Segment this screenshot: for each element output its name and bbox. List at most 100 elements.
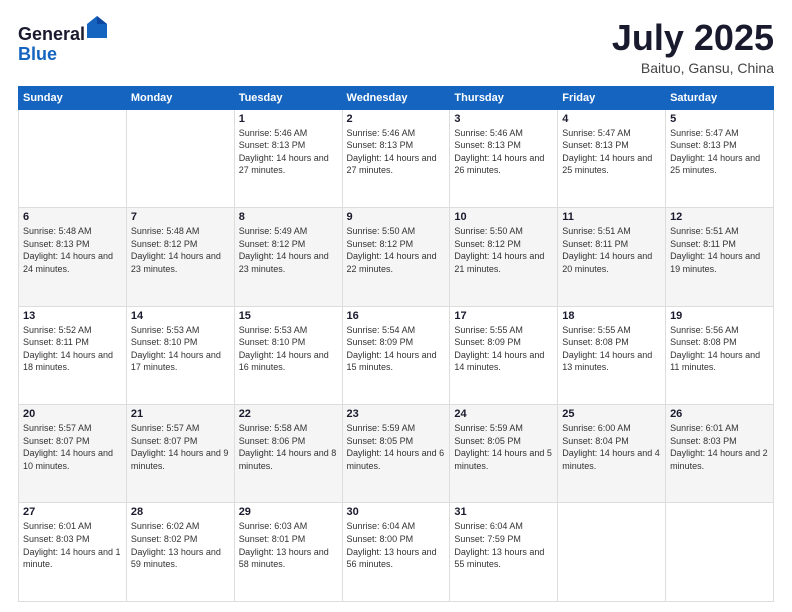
day-info: Sunrise: 5:58 AM Sunset: 8:06 PM Dayligh…: [239, 422, 338, 472]
day-number: 25: [562, 408, 661, 420]
day-number: 11: [562, 211, 661, 223]
day-info: Sunrise: 5:47 AM Sunset: 8:13 PM Dayligh…: [562, 127, 661, 177]
day-number: 29: [239, 506, 338, 518]
title-block: July 2025 Baituo, Gansu, China: [612, 18, 774, 76]
table-row: 20Sunrise: 5:57 AM Sunset: 8:07 PM Dayli…: [19, 405, 127, 503]
calendar-week-0: 1 Sunrise: 5:46 AM Sunset: 8:13 PM Daylig…: [19, 109, 774, 207]
table-row: 4 Sunrise: 5:47 AM Sunset: 8:13 PM Daylig…: [558, 109, 666, 207]
day-number: 8: [239, 211, 338, 223]
table-row: 22 Sunrise: 5:58 AM Sunset: 8:06 PM Dayli…: [234, 405, 342, 503]
calendar-week-1: 6Sunrise: 5:48 AM Sunset: 8:13 PM Daylig…: [19, 208, 774, 306]
table-row: 9 Sunrise: 5:50 AM Sunset: 8:12 PM Daylig…: [342, 208, 450, 306]
table-row: 26 Sunrise: 6:01 AM Sunset: 8:03 PM Dayli…: [666, 405, 774, 503]
day-info: Sunrise: 5:51 AM Sunset: 8:11 PM Dayligh…: [670, 225, 769, 275]
day-number: 26: [670, 408, 769, 420]
table-row: 18 Sunrise: 5:55 AM Sunset: 8:08 PM Dayli…: [558, 306, 666, 404]
logo-general-text: General: [18, 24, 85, 44]
day-number: 12: [670, 211, 769, 223]
month-title: July 2025: [612, 18, 774, 58]
day-info: Sunrise: 5:55 AM Sunset: 8:09 PM Dayligh…: [454, 324, 553, 374]
day-number: 23: [347, 408, 446, 420]
table-row: 28Sunrise: 6:02 AM Sunset: 8:02 PM Dayli…: [126, 503, 234, 602]
day-info: Sunrise: 5:46 AM Sunset: 8:13 PM Dayligh…: [239, 127, 338, 177]
day-info: Sunrise: 6:01 AM Sunset: 8:03 PM Dayligh…: [670, 422, 769, 472]
col-tuesday: Tuesday: [234, 86, 342, 109]
calendar-week-3: 20Sunrise: 5:57 AM Sunset: 8:07 PM Dayli…: [19, 405, 774, 503]
day-number: 31: [454, 506, 553, 518]
col-sunday: Sunday: [19, 86, 127, 109]
day-number: 4: [562, 113, 661, 125]
day-number: 15: [239, 310, 338, 322]
table-row: 27 Sunrise: 6:01 AM Sunset: 8:03 PM Dayli…: [19, 503, 127, 602]
day-info: Sunrise: 5:59 AM Sunset: 8:05 PM Dayligh…: [454, 422, 553, 472]
day-number: 10: [454, 211, 553, 223]
table-row: 8 Sunrise: 5:49 AM Sunset: 8:12 PM Daylig…: [234, 208, 342, 306]
day-info: Sunrise: 6:00 AM Sunset: 8:04 PM Dayligh…: [562, 422, 661, 472]
table-row: [666, 503, 774, 602]
table-row: 5 Sunrise: 5:47 AM Sunset: 8:13 PM Daylig…: [666, 109, 774, 207]
table-row: 2Sunrise: 5:46 AM Sunset: 8:13 PM Daylig…: [342, 109, 450, 207]
table-row: 1 Sunrise: 5:46 AM Sunset: 8:13 PM Daylig…: [234, 109, 342, 207]
day-info: Sunrise: 5:48 AM Sunset: 8:12 PM Dayligh…: [131, 225, 230, 275]
day-info: Sunrise: 5:56 AM Sunset: 8:08 PM Dayligh…: [670, 324, 769, 374]
header-row: Sunday Monday Tuesday Wednesday Thursday…: [19, 86, 774, 109]
table-row: 25 Sunrise: 6:00 AM Sunset: 8:04 PM Dayli…: [558, 405, 666, 503]
day-number: 19: [670, 310, 769, 322]
day-info: Sunrise: 5:53 AM Sunset: 8:10 PM Dayligh…: [131, 324, 230, 374]
day-info: Sunrise: 5:47 AM Sunset: 8:13 PM Dayligh…: [670, 127, 769, 177]
table-row: 24 Sunrise: 5:59 AM Sunset: 8:05 PM Dayli…: [450, 405, 558, 503]
col-friday: Friday: [558, 86, 666, 109]
table-row: 14 Sunrise: 5:53 AM Sunset: 8:10 PM Dayli…: [126, 306, 234, 404]
day-number: 7: [131, 211, 230, 223]
table-row: 19 Sunrise: 5:56 AM Sunset: 8:08 PM Dayli…: [666, 306, 774, 404]
day-info: Sunrise: 6:03 AM Sunset: 8:01 PM Dayligh…: [239, 520, 338, 570]
day-number: 16: [347, 310, 446, 322]
day-info: Sunrise: 5:50 AM Sunset: 8:12 PM Dayligh…: [454, 225, 553, 275]
day-number: 24: [454, 408, 553, 420]
table-row: 21 Sunrise: 5:57 AM Sunset: 8:07 PM Dayli…: [126, 405, 234, 503]
day-number: 6: [23, 211, 122, 223]
table-row: 11Sunrise: 5:51 AM Sunset: 8:11 PM Dayli…: [558, 208, 666, 306]
table-row: 10 Sunrise: 5:50 AM Sunset: 8:12 PM Dayli…: [450, 208, 558, 306]
logo: General Blue: [18, 18, 107, 65]
col-saturday: Saturday: [666, 86, 774, 109]
day-info: Sunrise: 5:55 AM Sunset: 8:08 PM Dayligh…: [562, 324, 661, 374]
day-number: 1: [239, 113, 338, 125]
col-thursday: Thursday: [450, 86, 558, 109]
logo-blue-text: Blue: [18, 44, 57, 64]
day-info: Sunrise: 5:54 AM Sunset: 8:09 PM Dayligh…: [347, 324, 446, 374]
day-info: Sunrise: 5:57 AM Sunset: 8:07 PM Dayligh…: [23, 422, 122, 472]
day-number: 3: [454, 113, 553, 125]
table-row: 29 Sunrise: 6:03 AM Sunset: 8:01 PM Dayli…: [234, 503, 342, 602]
day-info: Sunrise: 6:02 AM Sunset: 8:02 PM Dayligh…: [131, 520, 230, 570]
day-number: 14: [131, 310, 230, 322]
location: Baituo, Gansu, China: [612, 60, 774, 76]
day-info: Sunrise: 5:46 AM Sunset: 8:13 PM Dayligh…: [454, 127, 553, 177]
table-row: 7 Sunrise: 5:48 AM Sunset: 8:12 PM Daylig…: [126, 208, 234, 306]
day-number: 9: [347, 211, 446, 223]
day-number: 30: [347, 506, 446, 518]
day-info: Sunrise: 5:57 AM Sunset: 8:07 PM Dayligh…: [131, 422, 230, 472]
day-number: 27: [23, 506, 122, 518]
col-monday: Monday: [126, 86, 234, 109]
day-info: Sunrise: 6:01 AM Sunset: 8:03 PM Dayligh…: [23, 520, 122, 570]
table-row: 17Sunrise: 5:55 AM Sunset: 8:09 PM Dayli…: [450, 306, 558, 404]
table-row: 13 Sunrise: 5:52 AM Sunset: 8:11 PM Dayli…: [19, 306, 127, 404]
day-number: 18: [562, 310, 661, 322]
day-info: Sunrise: 5:50 AM Sunset: 8:12 PM Dayligh…: [347, 225, 446, 275]
day-info: Sunrise: 5:59 AM Sunset: 8:05 PM Dayligh…: [347, 422, 446, 472]
calendar-week-2: 13 Sunrise: 5:52 AM Sunset: 8:11 PM Dayli…: [19, 306, 774, 404]
logo-icon: [87, 16, 107, 38]
day-number: 13: [23, 310, 122, 322]
header: General Blue July 2025 Baituo, Gansu, Ch…: [18, 18, 774, 76]
day-info: Sunrise: 5:49 AM Sunset: 8:12 PM Dayligh…: [239, 225, 338, 275]
day-info: Sunrise: 5:52 AM Sunset: 8:11 PM Dayligh…: [23, 324, 122, 374]
calendar-week-4: 27 Sunrise: 6:01 AM Sunset: 8:03 PM Dayli…: [19, 503, 774, 602]
day-number: 21: [131, 408, 230, 420]
day-info: Sunrise: 5:53 AM Sunset: 8:10 PM Dayligh…: [239, 324, 338, 374]
calendar-table: Sunday Monday Tuesday Wednesday Thursday…: [18, 86, 774, 602]
table-row: 3 Sunrise: 5:46 AM Sunset: 8:13 PM Daylig…: [450, 109, 558, 207]
table-row: 16 Sunrise: 5:54 AM Sunset: 8:09 PM Dayli…: [342, 306, 450, 404]
day-number: 22: [239, 408, 338, 420]
day-number: 5: [670, 113, 769, 125]
